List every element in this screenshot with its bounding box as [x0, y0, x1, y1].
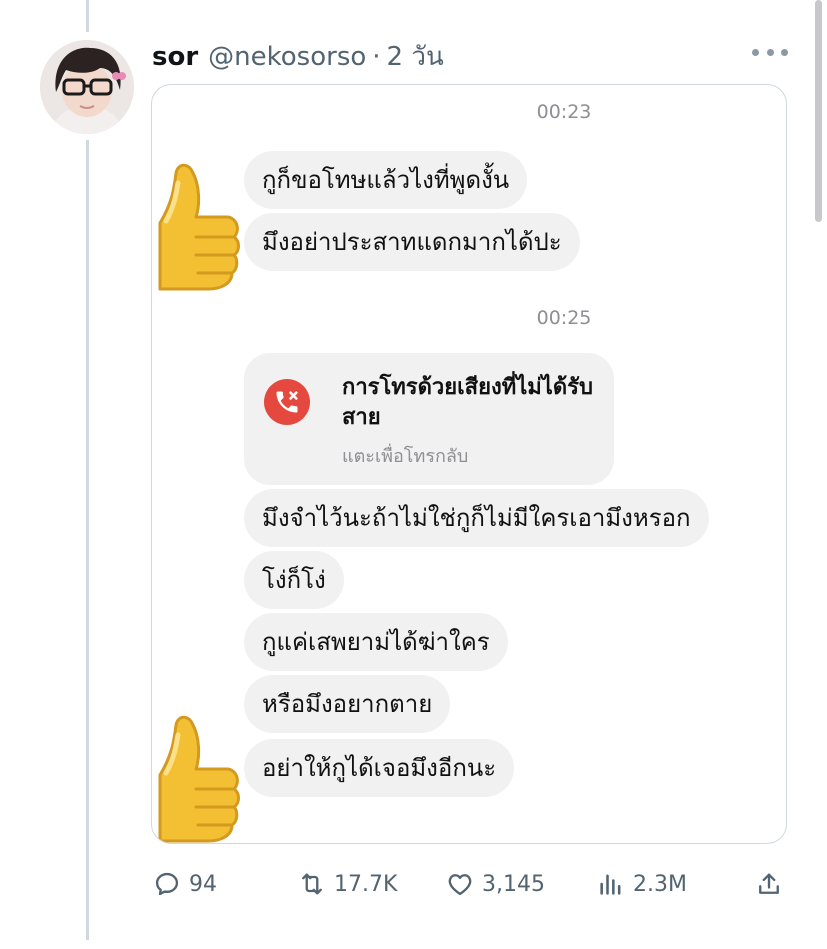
chat-bubble: กูก็ขอโทษแล้วไงที่พูดงั้น — [244, 151, 528, 209]
thread-line-top — [86, 0, 89, 32]
thumbs-up-icon — [152, 161, 242, 297]
tweet-actions-bar: 94 17.7K 3,145 2.3M — [0, 864, 827, 904]
avatar[interactable] — [40, 40, 134, 134]
missed-call-subtitle[interactable]: แตะเพื่อโทรกลับ — [342, 441, 468, 470]
like-count: 3,145 — [482, 871, 545, 897]
speech-bubble-icon — [155, 872, 179, 896]
tweet-time[interactable]: 2 วัน — [387, 36, 444, 77]
share-button[interactable] — [755, 864, 783, 904]
views-count: 2.3M — [633, 871, 687, 897]
author-name[interactable]: sor — [152, 42, 198, 72]
missed-call-card[interactable]: การโทรด้วยเสียงที่ไม่ได้รับสาย แตะเพื่อโ… — [244, 353, 614, 485]
header-separator: · — [372, 42, 381, 72]
upload-arrow-icon — [759, 873, 779, 894]
chat-bubble: โง่ก็โง่ — [244, 551, 344, 609]
reply-button[interactable]: 94 — [153, 864, 217, 904]
missed-call-title: การโทรด้วยเสียงที่ไม่ได้รับสาย — [342, 375, 593, 430]
more-dot — [752, 48, 759, 56]
chat-bubble: อย่าให้กูได้เจอมึงอีกนะ — [244, 739, 515, 797]
chat-bubble: กูแค่เสพยาม่ได้ฆ่าใคร — [244, 613, 508, 671]
chat-bubble: หรือมึงอยากตาย — [244, 675, 451, 733]
retweet-count: 17.7K — [334, 871, 398, 897]
media-card[interactable]: 00:23 กูก็ขอโทษแล้วไงที่พูดงั้น มึงอย่าป… — [151, 84, 787, 844]
avatar-image — [40, 40, 134, 134]
scrollbar-thumb[interactable] — [815, 0, 822, 222]
more-dot — [781, 48, 788, 56]
retweet-arrows-icon — [302, 873, 322, 895]
phone-x-icon — [264, 379, 310, 425]
chat-bubble: มึงจำไว้นะถ้าไม่ใช่กูก็ไม่มีใครเอามึงหรอ… — [244, 489, 709, 547]
thumbs-up-icon — [152, 713, 242, 843]
reply-count: 94 — [189, 871, 217, 897]
like-button[interactable]: 3,145 — [446, 864, 545, 904]
more-dot — [766, 48, 774, 56]
thread-line-bottom — [86, 140, 89, 940]
tweet-header: sor @nekosorso · 2 วัน — [152, 36, 444, 77]
views-button[interactable]: 2.3M — [597, 864, 687, 904]
heart-icon — [448, 874, 472, 896]
chat-bubble: มึงอย่าประสาทแดกมากได้ปะ — [244, 213, 580, 271]
bar-chart-icon — [600, 874, 621, 895]
retweet-button[interactable]: 17.7K — [298, 864, 397, 904]
chat-timestamp: 00:23 — [536, 101, 592, 123]
more-options-icon[interactable] — [752, 40, 788, 64]
chat-screenshot: 00:23 กูก็ขอโทษแล้วไงที่พูดงั้น มึงอย่าป… — [152, 85, 786, 843]
chat-timestamp: 00:25 — [536, 307, 592, 329]
author-handle[interactable]: @nekosorso — [208, 42, 366, 72]
